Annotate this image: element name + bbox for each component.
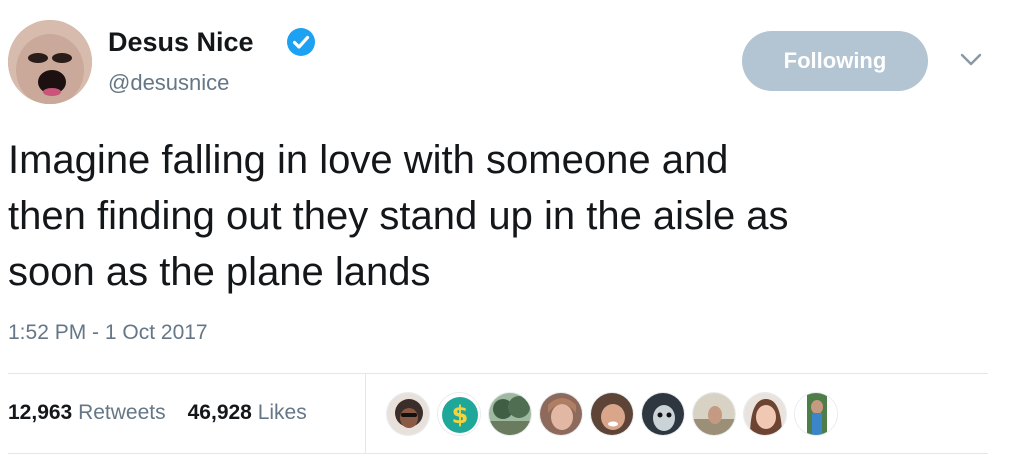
liker-avatar-3-icon (489, 393, 531, 435)
svg-text:$: $ (452, 401, 469, 429)
tweet-line: then finding out they stand up in the ai… (8, 194, 789, 238)
retweets-count: 12,963 (8, 401, 73, 424)
divider-vertical (365, 374, 366, 453)
user-handle[interactable]: @desusnice (108, 70, 229, 96)
verified-badge-icon (287, 28, 315, 56)
liker-avatar[interactable] (488, 392, 532, 436)
likes-count: 46,928 (187, 401, 252, 424)
dollar-sign-icon: $ (438, 393, 480, 435)
liker-avatars: $ (386, 392, 838, 436)
liker-avatar[interactable]: $ (437, 392, 481, 436)
liker-avatar-1-icon (387, 393, 429, 435)
display-name[interactable]: Desus Nice (108, 26, 254, 58)
retweets-label: Retweets (78, 401, 166, 424)
liker-avatar-4-icon (540, 393, 582, 435)
liker-avatar-7-icon (693, 393, 735, 435)
divider (8, 453, 988, 454)
engagement-stats: 12,963 Retweets 46,928 Likes (8, 400, 307, 426)
divider (8, 373, 988, 374)
likes-stat[interactable]: 46,928 Likes (188, 400, 307, 426)
liker-avatar[interactable] (743, 392, 787, 436)
liker-avatar-9-icon (795, 393, 837, 435)
chevron-down-icon[interactable] (958, 50, 984, 70)
tweet-text: Imagine falling in love with someone and… (8, 132, 1008, 300)
likes-label: Likes (257, 401, 307, 424)
liker-avatar-8-icon (744, 393, 786, 435)
liker-avatar-6-icon (642, 393, 684, 435)
tweet-timestamp[interactable]: 1:52 PM - 1 Oct 2017 (8, 320, 208, 346)
masked-face-icon (8, 20, 92, 104)
liker-avatar[interactable] (692, 392, 736, 436)
liker-avatar[interactable] (794, 392, 838, 436)
following-button[interactable]: Following (742, 31, 928, 91)
liker-avatar[interactable] (641, 392, 685, 436)
liker-avatar-5-icon (591, 393, 633, 435)
profile-avatar[interactable] (8, 20, 92, 104)
tweet-line: Imagine falling in love with someone and (8, 138, 729, 182)
liker-avatar[interactable] (590, 392, 634, 436)
retweets-stat[interactable]: 12,963 Retweets (8, 400, 166, 426)
liker-avatar[interactable] (539, 392, 583, 436)
tweet-line: soon as the plane lands (8, 250, 431, 294)
liker-avatar[interactable] (386, 392, 430, 436)
